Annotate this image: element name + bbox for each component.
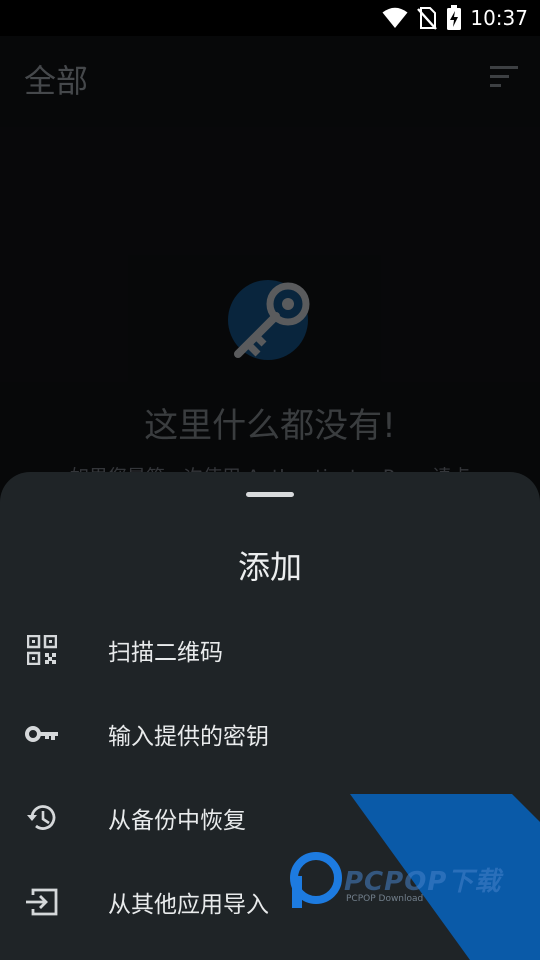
key-icon	[24, 716, 60, 752]
no-sim-icon	[417, 7, 438, 30]
option-label: 从备份中恢复	[108, 808, 246, 834]
scan-qr-option[interactable]: 扫描二维码	[0, 615, 540, 685]
battery-charging-icon	[447, 5, 462, 30]
restore-backup-option[interactable]: 从备份中恢复	[0, 783, 540, 853]
history-icon	[24, 800, 60, 836]
add-bottom-sheet: 添加 扫描二维码 输入提供的密钥 从备份中恢复 从其他应用导入	[0, 472, 540, 960]
drag-handle[interactable]	[246, 492, 294, 497]
option-label: 从其他应用导入	[108, 892, 269, 918]
status-bar: 10:37	[0, 0, 540, 36]
option-label: 输入提供的密钥	[108, 724, 269, 750]
option-label: 扫描二维码	[108, 640, 223, 666]
enter-key-option[interactable]: 输入提供的密钥	[0, 699, 540, 769]
wifi-icon	[382, 7, 408, 28]
import-icon	[24, 884, 60, 920]
status-time: 10:37	[470, 6, 528, 30]
sheet-title: 添加	[237, 548, 302, 586]
import-option[interactable]: 从其他应用导入	[0, 867, 540, 937]
qr-code-icon	[24, 632, 60, 668]
